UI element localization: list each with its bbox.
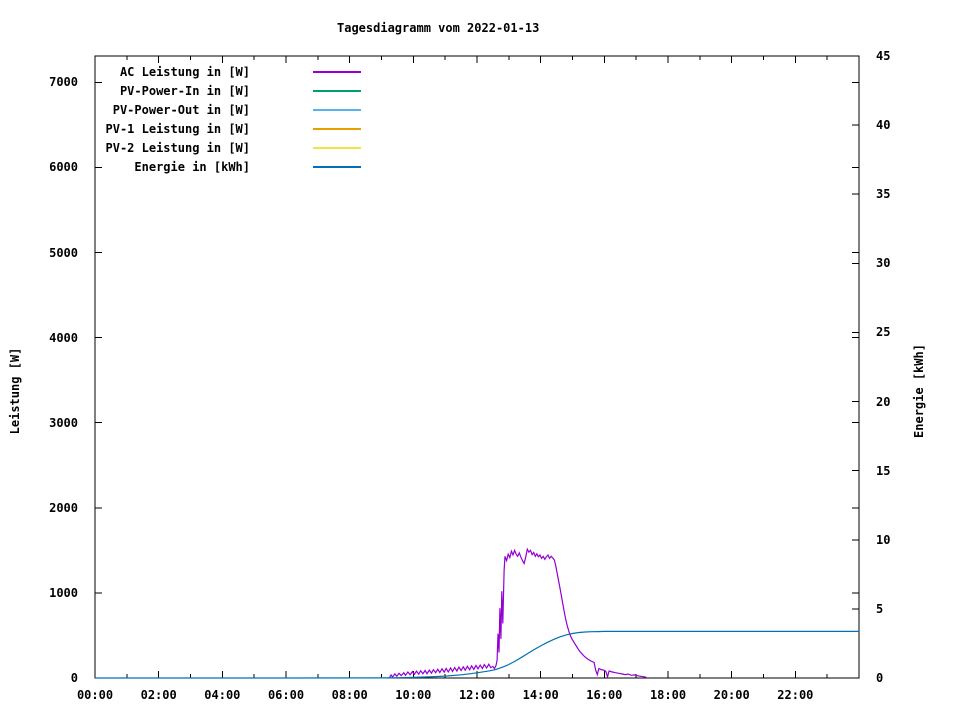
x-tick-label: 02:00: [140, 688, 177, 702]
x-tick-label: 04:00: [204, 688, 241, 702]
y-right-tick-label: 35: [876, 187, 891, 202]
y-left-tick-label: 3000: [49, 415, 78, 430]
series-line-ac-leistung-in-w-: [388, 547, 647, 680]
x-tick-label: 08:00: [331, 688, 368, 702]
y-left-tick-label: 1000: [49, 585, 78, 600]
legend-label: PV-Power-Out in [W]: [112, 102, 250, 117]
y-left-tick-label: 6000: [49, 160, 78, 175]
chart-canvas: Tagesdiagramm vom 2022-01-13 Leistung [W…: [0, 0, 960, 720]
y-left-tick-label: 2000: [49, 500, 78, 515]
x-tick-label: 16:00: [586, 688, 623, 702]
x-tick-label: 14:00: [522, 688, 559, 702]
y-right-tick-label: 15: [876, 463, 891, 478]
y-left-tick-label: 4000: [49, 330, 78, 345]
legend-line-sample: [313, 146, 361, 149]
y-right-tick-label: 10: [876, 532, 891, 547]
x-tick-label: 06:00: [267, 688, 305, 702]
legend-item: PV-1 Leistung in [W]: [0, 119, 361, 138]
legend-label: PV-1 Leistung in [W]: [105, 121, 251, 136]
y-right-tick-label: 20: [876, 394, 891, 409]
legend-label: PV-2 Leistung in [W]: [105, 140, 251, 155]
legend-line-sample: [313, 108, 361, 111]
legend-line-sample: [313, 89, 361, 92]
y-left-tick-label: 5000: [49, 245, 78, 260]
legend-line-sample: [313, 70, 361, 73]
y-left-tick-label: 7000: [49, 75, 78, 90]
x-tick-label: 22:00: [777, 688, 814, 702]
legend-line-sample: [313, 127, 361, 130]
x-tick-label: 20:00: [713, 688, 750, 702]
legend-line-sample: [313, 165, 361, 168]
legend-item: PV-2 Leistung in [W]: [0, 138, 361, 157]
y-left-tick-label: 0: [70, 671, 78, 685]
y-right-tick-label: 25: [876, 325, 891, 340]
x-tick-label: 10:00: [395, 688, 432, 702]
legend-item: PV-Power-Out in [W]: [0, 100, 361, 119]
y-right-tick-label: 45: [876, 49, 891, 63]
y-right-tick-label: 40: [876, 118, 891, 133]
x-tick-label: 18:00: [649, 688, 687, 702]
x-tick-label: 12:00: [458, 688, 496, 702]
y-right-tick-label: 0: [876, 671, 884, 685]
x-tick-label: 00:00: [76, 688, 114, 702]
y-right-tick-label: 30: [876, 256, 891, 271]
y-right-tick-label: 5: [876, 601, 884, 616]
